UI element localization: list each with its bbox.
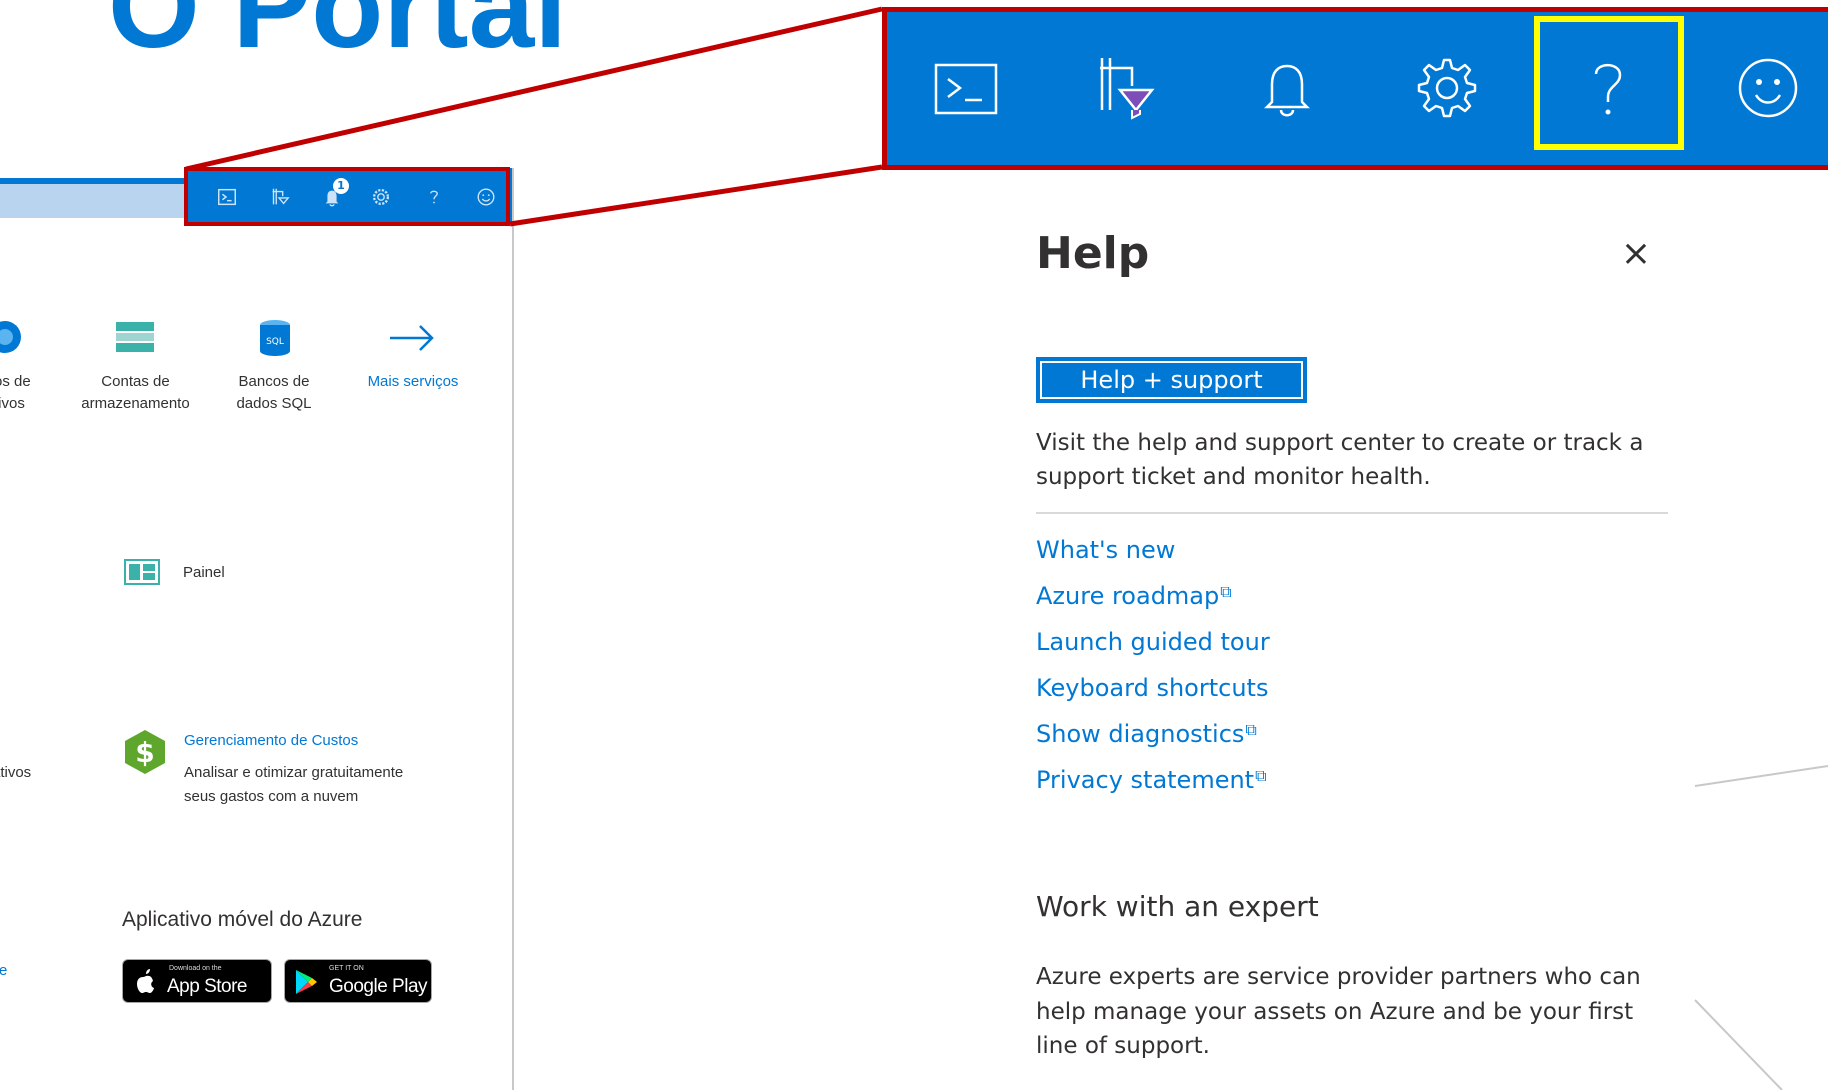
divider bbox=[1036, 512, 1668, 514]
app-store-button[interactable]: Download on the App Store bbox=[122, 959, 272, 1003]
cost-management-desc-line-2: seus gastos com a nuvem bbox=[184, 788, 359, 805]
service-fragment-label: os detivos bbox=[0, 373, 31, 412]
cost-management-title[interactable]: Gerenciamento de Custos bbox=[184, 728, 358, 753]
azure-roadmap-link[interactable]: Azure roadmap⧉ bbox=[1036, 582, 1232, 610]
cloud-shell-icon[interactable] bbox=[930, 52, 1002, 124]
storage-accounts-label[interactable]: Contas de armazenamento bbox=[68, 371, 203, 415]
more-services-arrow-icon[interactable] bbox=[388, 320, 436, 356]
help-support-button[interactable]: Help + support bbox=[1036, 357, 1307, 403]
settings-icon[interactable] bbox=[1411, 52, 1483, 124]
guided-tour-link[interactable]: Launch guided tour bbox=[1036, 628, 1270, 656]
show-diagnostics-link[interactable]: Show diagnostics⧉ bbox=[1036, 720, 1257, 748]
external-link-icon: ⧉ bbox=[1245, 720, 1257, 739]
sql-databases-label[interactable]: Bancos de dados SQL bbox=[222, 371, 326, 415]
fragment-link[interactable]: re bbox=[0, 958, 7, 983]
svg-text:$: $ bbox=[135, 736, 154, 769]
expert-description: Azure experts are service provider partn… bbox=[1036, 964, 1641, 1059]
notifications-icon[interactable] bbox=[1251, 52, 1323, 124]
help-pane-title: Help bbox=[1036, 228, 1150, 279]
fragment-text: ativos bbox=[0, 764, 32, 781]
external-link-icon: ⧉ bbox=[1220, 582, 1232, 601]
mobile-app-heading: Aplicativo móvel do Azure bbox=[122, 908, 363, 931]
apple-icon bbox=[135, 968, 155, 994]
svg-text:SQL: SQL bbox=[266, 337, 284, 347]
external-link-icon: ⧉ bbox=[1255, 766, 1267, 785]
whats-new-link[interactable]: What's new bbox=[1036, 536, 1175, 564]
cost-management-desc-line-1: Analisar e otimizar gratuitamente bbox=[184, 764, 404, 781]
slide-title: O Portal bbox=[108, 0, 567, 73]
storage-accounts-icon[interactable] bbox=[116, 322, 154, 352]
zoomed-portal-header bbox=[882, 7, 1828, 170]
cost-management-icon[interactable]: $ bbox=[124, 729, 166, 775]
expert-heading: Work with an expert bbox=[1036, 890, 1319, 923]
help-description: Visit the help and support center to cre… bbox=[1036, 430, 1644, 490]
portal-screenshot bbox=[0, 168, 514, 1090]
google-play-icon bbox=[295, 969, 317, 995]
portal-topbar-callout-box bbox=[184, 167, 510, 226]
keyboard-shortcuts-link[interactable]: Keyboard shortcuts bbox=[1036, 674, 1268, 702]
dashboard-icon[interactable] bbox=[124, 559, 160, 585]
virtual-machine-icon bbox=[0, 320, 22, 354]
more-services-label[interactable]: Mais serviços bbox=[358, 371, 468, 393]
portal-search-bar[interactable] bbox=[0, 178, 186, 218]
feedback-icon[interactable] bbox=[1732, 52, 1804, 124]
decorative-lines bbox=[1694, 765, 1828, 1090]
directory-filter-icon[interactable] bbox=[1090, 52, 1162, 124]
privacy-statement-link[interactable]: Privacy statement⧉ bbox=[1036, 766, 1267, 794]
google-play-button[interactable]: GET IT ON Google Play bbox=[284, 959, 432, 1003]
dashboard-label[interactable]: Painel bbox=[183, 560, 225, 585]
help-icon-highlight bbox=[1534, 16, 1684, 150]
sql-database-icon[interactable]: SQL bbox=[259, 320, 291, 356]
close-icon[interactable]: × bbox=[1618, 236, 1654, 272]
